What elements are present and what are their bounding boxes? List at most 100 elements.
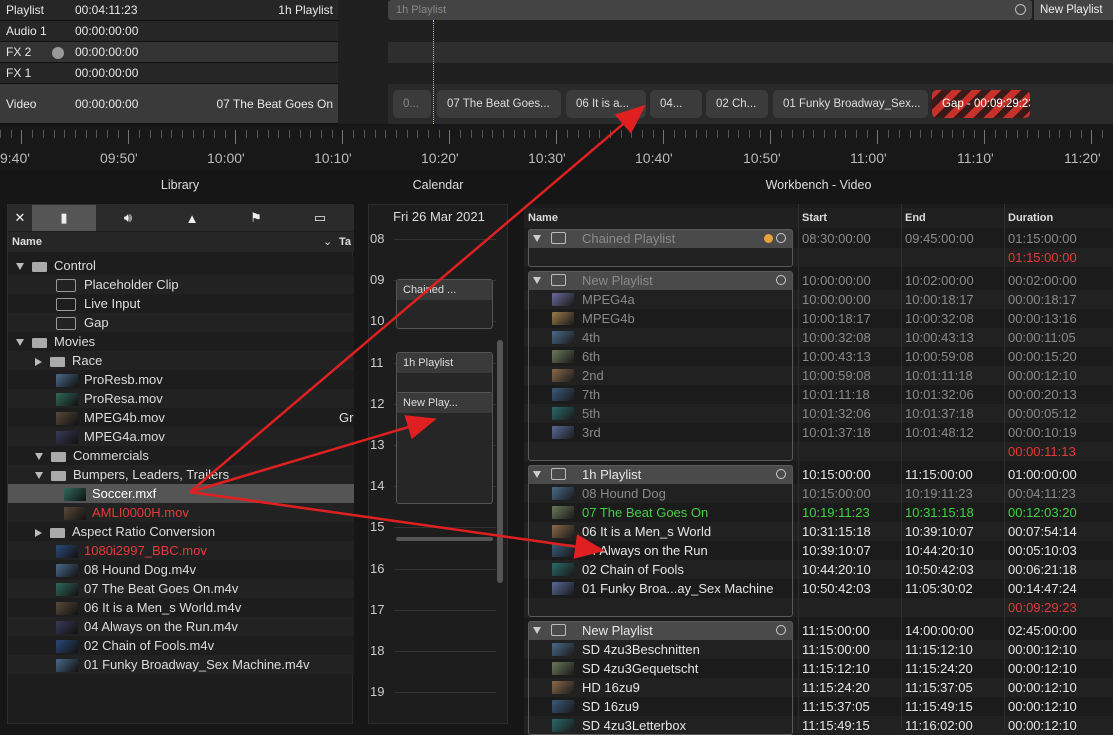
ruler-tick bbox=[749, 130, 750, 138]
playlist-bar-next[interactable]: New Playlist bbox=[1034, 0, 1113, 20]
col-tag[interactable]: Ta bbox=[339, 232, 351, 252]
library-row[interactable]: ProResb.mov bbox=[8, 370, 354, 389]
ruler-tick bbox=[770, 130, 771, 144]
disclosure-open-icon[interactable] bbox=[16, 339, 24, 346]
library-row[interactable]: Bumpers, Leaders, Trailers bbox=[8, 465, 354, 484]
library-row[interactable]: 08 Hound Dog.m4v bbox=[8, 560, 354, 579]
ruler-tick bbox=[974, 130, 975, 138]
calendar-hour: 09 bbox=[370, 272, 384, 287]
col-end[interactable]: End bbox=[905, 208, 926, 228]
track-video[interactable]: Video00:00:00:0007 The Beat Goes On bbox=[0, 84, 338, 124]
calendar-scrollbar[interactable] bbox=[497, 340, 503, 583]
cell-end: 10:01:11:18 bbox=[905, 366, 973, 385]
ruler-tick bbox=[278, 130, 279, 138]
library-row[interactable]: ProResa.mov bbox=[8, 389, 354, 408]
col-start[interactable]: Start bbox=[802, 208, 827, 228]
window-tab-icon[interactable]: ▭ bbox=[288, 205, 352, 231]
ruler-tick bbox=[685, 130, 686, 138]
clip[interactable]: 02 Ch... bbox=[706, 90, 768, 118]
library-row[interactable]: Gap bbox=[8, 313, 354, 332]
library-row[interactable]: Live Input bbox=[8, 294, 354, 313]
cell-start: 10:19:11:23 bbox=[802, 503, 870, 522]
library-row[interactable]: 01 Funky Broadway_Sex Machine.m4v bbox=[8, 655, 354, 674]
library-row[interactable]: 06 It is a Men_s World.m4v bbox=[8, 598, 354, 617]
library-row[interactable]: Movies bbox=[8, 332, 354, 351]
ruler-tick bbox=[96, 130, 97, 138]
library-row[interactable]: MPEG4b.movGr bbox=[8, 408, 354, 427]
library-row[interactable]: 02 Chain of Fools.m4v bbox=[8, 636, 354, 655]
ruler-tick bbox=[492, 130, 493, 138]
cell-end: 10:01:32:06 bbox=[905, 385, 974, 404]
clip[interactable]: 01 Funky Broadway_Sex... bbox=[773, 90, 928, 118]
clip[interactable]: 04... bbox=[650, 90, 702, 118]
library-row[interactable]: 04 Always on the Run.m4v bbox=[8, 617, 354, 636]
ruler-tick bbox=[824, 130, 825, 138]
library-row[interactable]: Race bbox=[8, 351, 354, 370]
track-audio1[interactable]: Audio 100:00:00:00 bbox=[0, 21, 338, 42]
cell-end: 11:16:02:00 bbox=[905, 716, 973, 735]
ruler-tick bbox=[631, 130, 632, 138]
timeline[interactable]: 1h Playlist New Playlist 0... 07 The Bea… bbox=[338, 0, 1113, 124]
ruler-tick bbox=[877, 130, 878, 144]
disclosure-closed-icon[interactable] bbox=[35, 358, 42, 366]
disclosure-open-icon[interactable] bbox=[35, 453, 43, 460]
library-row[interactable]: 07 The Beat Goes On.m4v bbox=[8, 579, 354, 598]
clip-type-icon bbox=[56, 279, 76, 292]
ruler-tick bbox=[856, 130, 857, 138]
ruler-tick bbox=[599, 130, 600, 138]
cell-dur: 00:00:20:13 bbox=[1008, 385, 1077, 404]
playlist-bar[interactable]: 1h Playlist bbox=[388, 0, 1032, 20]
column-divider bbox=[1004, 204, 1005, 729]
track-playlist[interactable]: Playlist00:04:11:231h Playlist bbox=[0, 0, 338, 21]
ruler-tick bbox=[471, 130, 472, 138]
close-icon[interactable]: ✕ bbox=[8, 205, 32, 231]
library-row[interactable]: AMLI0000H.mov bbox=[8, 503, 354, 522]
playhead[interactable] bbox=[433, 20, 434, 124]
library-row[interactable]: Control bbox=[8, 256, 354, 275]
ruler-tick bbox=[910, 130, 911, 138]
clip[interactable]: 0... bbox=[393, 90, 431, 118]
cell-dur: 00:00:13:16 bbox=[1008, 309, 1077, 328]
library-row-label: Control bbox=[54, 258, 96, 273]
disclosure-open-icon[interactable] bbox=[16, 263, 24, 270]
library-row-label: Gap bbox=[84, 315, 109, 330]
library-row[interactable]: Aspect Ratio Conversion bbox=[8, 522, 354, 541]
track-fx1[interactable]: FX 100:00:00:00 bbox=[0, 63, 338, 84]
cell-start: 10:00:43:13 bbox=[802, 347, 871, 366]
cell-start: 10:00:00:00 bbox=[802, 271, 871, 290]
ruler-tick bbox=[268, 130, 269, 138]
library-row-label: Placeholder Clip bbox=[84, 277, 179, 292]
disclosure-open-icon[interactable] bbox=[35, 472, 43, 479]
clip[interactable]: 06 It is a... bbox=[566, 90, 646, 118]
video-tab-icon[interactable]: ▮ bbox=[32, 205, 96, 231]
track-fx2[interactable]: FX 200:00:00:00 bbox=[0, 42, 338, 63]
thumbnail-icon bbox=[64, 507, 86, 520]
library-row[interactable]: Soccer.mxf bbox=[8, 484, 354, 503]
calendar-event[interactable]: New Play... bbox=[396, 392, 493, 504]
library-row[interactable]: Placeholder Clip bbox=[8, 275, 354, 294]
ruler-tick bbox=[867, 130, 868, 138]
image-tab-icon[interactable]: ▲ bbox=[160, 205, 224, 231]
col-name[interactable]: Name bbox=[528, 208, 558, 228]
cell-dur: 00:00:18:17 bbox=[1008, 290, 1077, 309]
col-name[interactable]: Name bbox=[12, 232, 42, 252]
calendar-event[interactable]: Chained ... bbox=[396, 279, 493, 329]
calendar-hscroll[interactable] bbox=[396, 537, 493, 541]
workbench-header: Workbench - Video bbox=[524, 174, 1113, 196]
chevron-down-icon[interactable]: ⌄ bbox=[323, 232, 332, 252]
cell-dur: 00:07:54:14 bbox=[1008, 522, 1077, 541]
flag-tab-icon[interactable]: ⚑ bbox=[224, 205, 288, 231]
library-row[interactable]: MPEG4a.mov bbox=[8, 427, 354, 446]
workbench-panel: Name Start End Duration Chained Playlist… bbox=[524, 204, 1113, 729]
library-row[interactable]: 1080i2997_BBC.mov bbox=[8, 541, 354, 560]
audio-tab-icon[interactable]: 🔊︎ bbox=[96, 205, 160, 231]
library-row-label: Aspect Ratio Conversion bbox=[72, 524, 215, 539]
library-row-label: Race bbox=[72, 353, 102, 368]
disclosure-closed-icon[interactable] bbox=[35, 529, 42, 537]
track-time: 00:00:00:00 bbox=[75, 24, 138, 38]
record-dot-icon[interactable] bbox=[52, 47, 64, 59]
library-row[interactable]: Commercials bbox=[8, 446, 354, 465]
col-duration[interactable]: Duration bbox=[1008, 208, 1053, 228]
gap-clip[interactable]: Gap - 00:09:29:23 bbox=[932, 90, 1030, 118]
clip[interactable]: 07 The Beat Goes... bbox=[437, 90, 561, 118]
